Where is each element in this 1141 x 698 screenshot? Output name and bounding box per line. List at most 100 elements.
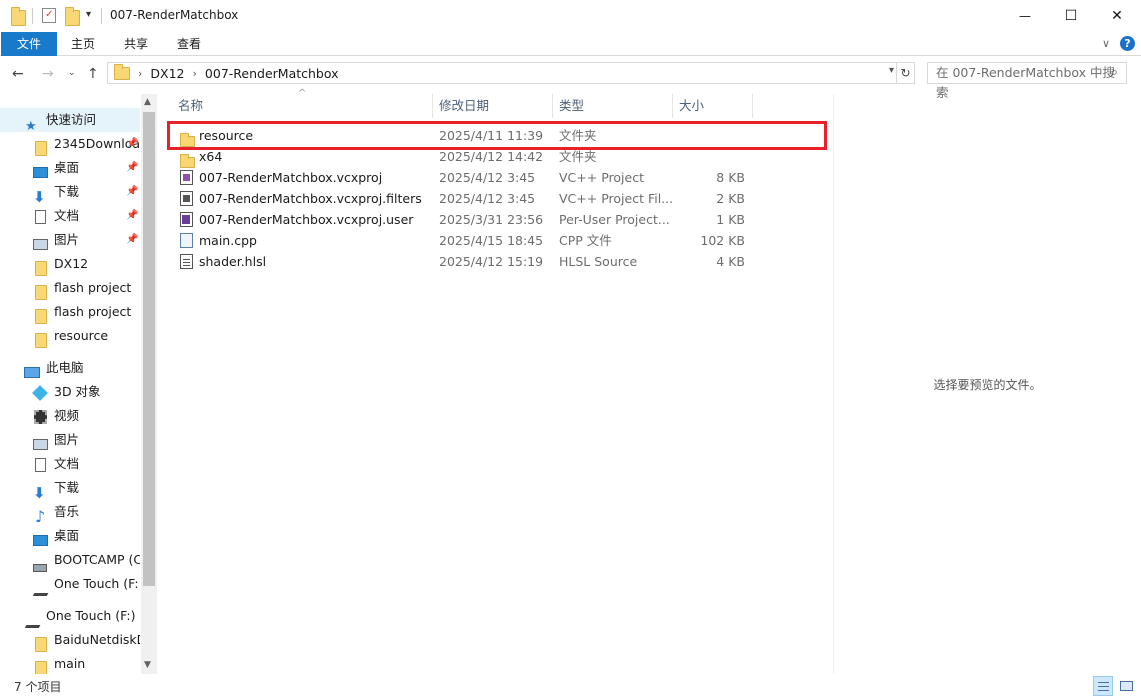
nav-item-drive[interactable]: BaiduNetdiskDownload: [0, 628, 140, 652]
details-view-button[interactable]: [1093, 676, 1113, 696]
usb-drive-icon: [31, 582, 49, 596]
nav-item-quick[interactable]: 文档 📌: [0, 204, 140, 228]
explorer-window: ✓ ▾ 007-RenderMatchbox — ☐ ✕ 文件 主页 共享 查看…: [0, 0, 1141, 698]
nav-item-pc[interactable]: ⬇ 下载: [0, 476, 140, 500]
nav-item-pc[interactable]: One Touch (F:): [0, 572, 140, 596]
file-row[interactable]: x64 2025/4/12 14:42 文件夹: [168, 146, 768, 168]
preview-empty-message: 选择要预览的文件。: [933, 378, 1042, 392]
nav-item-pc[interactable]: 文档: [0, 452, 140, 476]
nav-item-quick[interactable]: ⬇ 下载 📌: [0, 180, 140, 204]
nav-scrollbar[interactable]: ▲ ▼: [141, 94, 157, 674]
pin-icon[interactable]: 📌: [126, 132, 138, 156]
nav-item-pc[interactable]: 视频: [0, 404, 140, 428]
chevron-down-icon[interactable]: ▾: [889, 65, 894, 76]
recent-locations-icon[interactable]: ⌄: [68, 68, 76, 78]
status-bar: 7 个项目: [0, 674, 1141, 698]
breadcrumb-separator-icon[interactable]: ›: [193, 67, 197, 80]
search-icon: ⌕: [1110, 65, 1118, 80]
file-type: VC++ Project: [559, 170, 644, 185]
tab-home[interactable]: 主页: [60, 32, 106, 56]
tab-view[interactable]: 查看: [166, 32, 212, 56]
help-icon[interactable]: ?: [1120, 36, 1135, 51]
nav-item-pc[interactable]: 桌面: [0, 524, 140, 548]
file-row[interactable]: 007-RenderMatchbox.vcxproj.filters 2025/4…: [168, 188, 768, 209]
folder-icon: [11, 7, 26, 26]
properties-icon[interactable]: ✓: [42, 8, 56, 23]
nav-item-quick[interactable]: 图片 📌: [0, 228, 140, 252]
nav-item-quick[interactable]: 2345Downloads📌: [0, 132, 140, 156]
nav-item-pc[interactable]: 3D 对象: [0, 380, 140, 404]
nav-item-quick[interactable]: flash project: [0, 300, 140, 324]
desktop-icon: [33, 162, 48, 180]
sort-ascending-icon: ^: [298, 88, 307, 99]
column-header-size[interactable]: 大小: [679, 94, 704, 118]
item-count: 7 个项目: [14, 680, 62, 694]
maximize-button[interactable]: ☐: [1048, 0, 1094, 32]
tab-file[interactable]: 文件: [1, 32, 57, 56]
large-icons-view-button[interactable]: [1116, 676, 1136, 696]
breadcrumb-separator-icon[interactable]: ›: [138, 67, 142, 80]
customize-toolbar-icon[interactable]: ▾: [86, 9, 91, 25]
file-row[interactable]: resource 2025/4/11 11:39 文件夹: [168, 125, 768, 147]
folder-icon: [35, 280, 47, 300]
file-date: 2025/4/12 15:19: [439, 254, 544, 269]
nav-quick-access[interactable]: ★ 快速访问: [0, 108, 140, 132]
folder-icon: [35, 632, 47, 652]
nav-item-quick[interactable]: DX12: [0, 252, 140, 276]
minimize-button[interactable]: —: [1002, 0, 1048, 32]
file-name: 007-RenderMatchbox.vcxproj.filters: [199, 191, 422, 206]
nav-item-pc[interactable]: 图片: [0, 428, 140, 452]
pin-icon[interactable]: 📌: [126, 180, 138, 204]
column-header-name[interactable]: 名称: [178, 94, 203, 118]
search-input[interactable]: 在 007-RenderMatchbox 中搜索 ⌕: [927, 62, 1127, 100]
new-folder-icon[interactable]: [65, 7, 80, 26]
breadcrumb-current[interactable]: 007-RenderMatchbox: [205, 66, 339, 81]
file-name: shader.hlsl: [199, 254, 267, 269]
file-row[interactable]: 007-RenderMatchbox.vcxproj.user 2025/3/31…: [168, 209, 768, 230]
folder-icon: [35, 136, 47, 156]
up-arrow-icon[interactable]: ↑: [87, 66, 99, 82]
scroll-up-icon[interactable]: ▲: [144, 97, 151, 107]
pin-icon[interactable]: 📌: [126, 204, 138, 228]
breadcrumb-dx12[interactable]: DX12: [150, 66, 184, 81]
pin-icon[interactable]: 📌: [126, 228, 138, 252]
address-bar[interactable]: › DX12 › 007-RenderMatchbox ▾: [107, 62, 897, 84]
nav-drive[interactable]: One Touch (F:): [0, 604, 140, 628]
back-arrow-icon[interactable]: ←: [12, 66, 24, 82]
nav-item-label: flash project: [54, 304, 132, 319]
scrollbar-thumb[interactable]: [143, 112, 155, 586]
folder-icon: [35, 328, 47, 348]
ribbon-collapse-icon[interactable]: ∨: [1102, 37, 1110, 50]
nav-item-label: BOOTCAMP (C:): [54, 552, 140, 567]
close-button[interactable]: ✕: [1094, 0, 1140, 32]
column-header-date[interactable]: 修改日期: [439, 94, 489, 118]
scroll-down-icon[interactable]: ▼: [144, 660, 151, 670]
tab-share[interactable]: 共享: [113, 32, 159, 56]
file-date: 2025/3/31 23:56: [439, 212, 544, 227]
nav-item-quick[interactable]: flash project: [0, 276, 140, 300]
file-row[interactable]: 007-RenderMatchbox.vcxproj 2025/4/12 3:45…: [168, 167, 768, 188]
file-date: 2025/4/12 3:45: [439, 191, 536, 206]
column-header-type[interactable]: 类型: [559, 94, 584, 118]
file-size: 2 KB: [716, 191, 745, 206]
nav-item-quick[interactable]: 桌面 📌: [0, 156, 140, 180]
pin-icon[interactable]: 📌: [126, 156, 138, 180]
nav-this-pc[interactable]: 此电脑: [0, 356, 140, 380]
nav-item-pc[interactable]: ♪ 音乐: [0, 500, 140, 524]
refresh-icon[interactable]: ↻: [897, 62, 915, 84]
document-icon: [35, 456, 46, 476]
nav-item-label: main: [54, 656, 86, 671]
nav-item-pc[interactable]: BOOTCAMP (C:): [0, 548, 140, 572]
file-date: 2025/4/12 3:45: [439, 170, 536, 185]
nav-item-drive[interactable]: main: [0, 652, 140, 674]
file-row[interactable]: main.cpp 2025/4/15 18:45 CPP 文件 102 KB: [168, 230, 768, 251]
nav-item-quick[interactable]: resource: [0, 324, 140, 348]
column-divider[interactable]: [752, 94, 753, 118]
column-divider[interactable]: [552, 94, 553, 118]
column-divider[interactable]: [432, 94, 433, 118]
nav-item-label: 文档: [54, 456, 80, 471]
hlsl-file-icon: [180, 254, 193, 275]
column-divider[interactable]: [672, 94, 673, 118]
forward-arrow-icon[interactable]: →: [42, 66, 54, 82]
file-row[interactable]: shader.hlsl 2025/4/12 15:19 HLSL Source 4 K…: [168, 251, 768, 272]
